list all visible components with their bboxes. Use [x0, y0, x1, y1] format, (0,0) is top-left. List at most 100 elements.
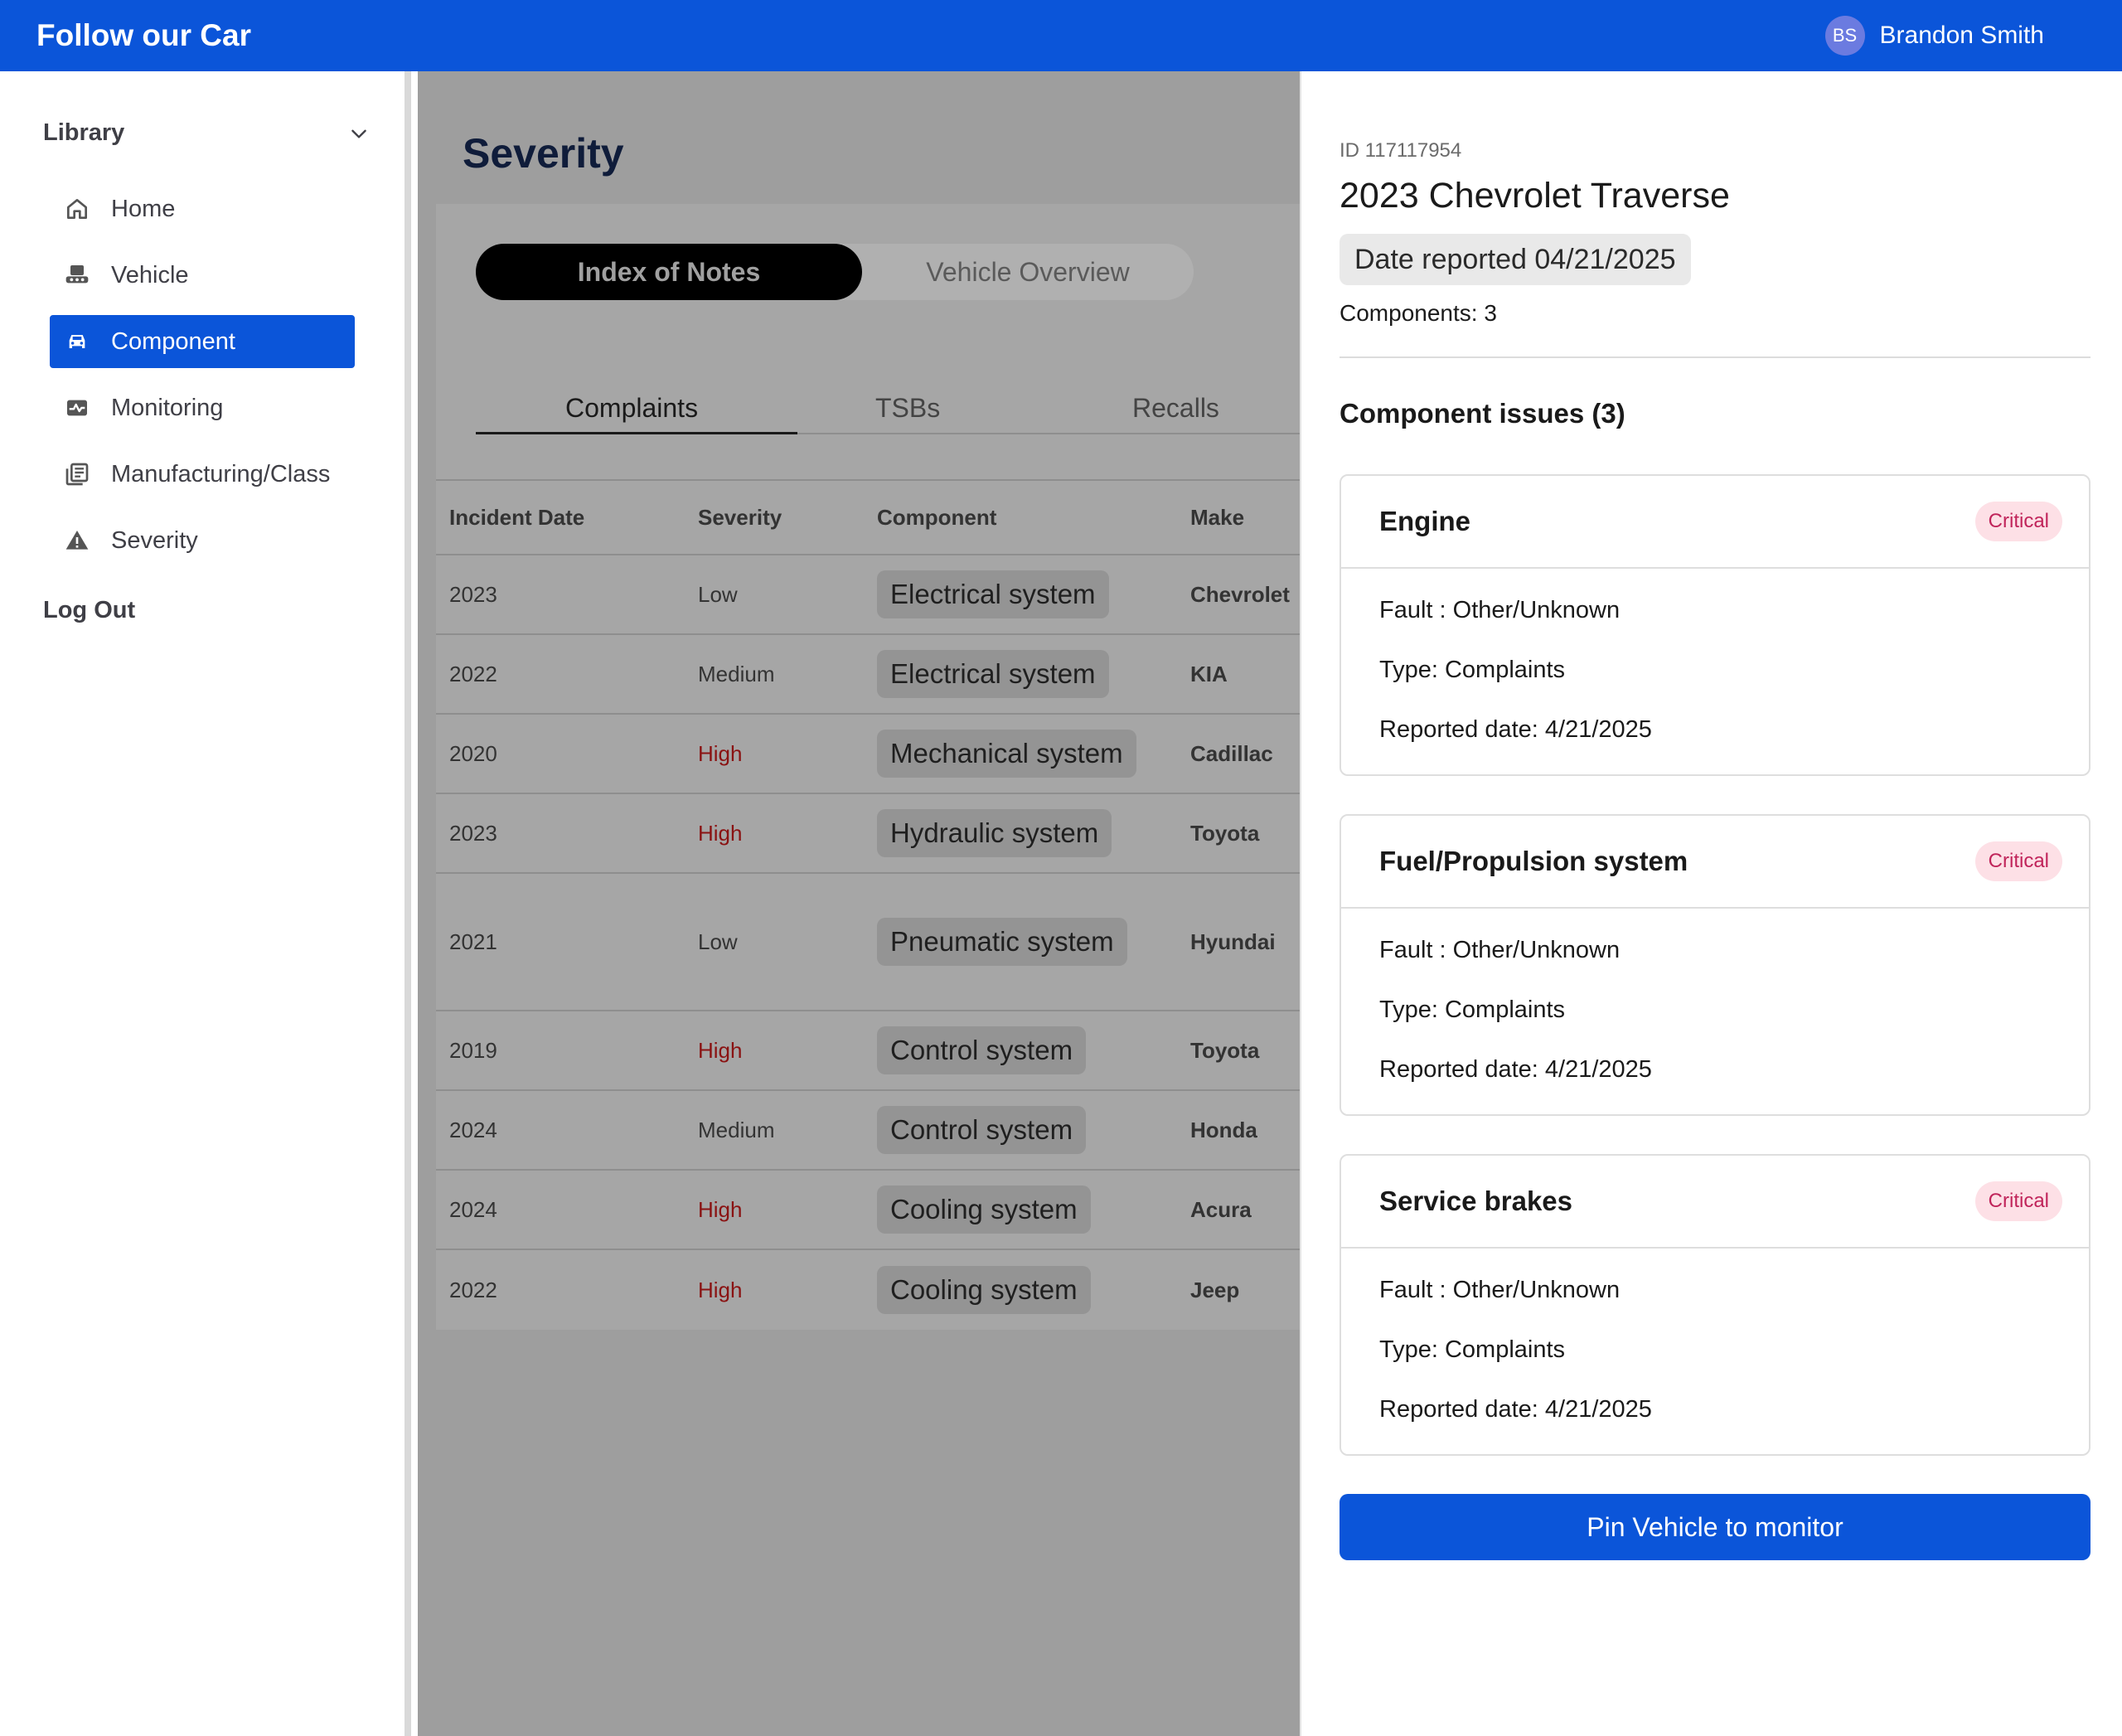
cell-date: 2023 [449, 820, 497, 846]
cell-severity: Medium [698, 1117, 775, 1142]
issue-fault: Fault : Other/Unknown [1379, 1277, 1621, 1303]
main-content-overlay[interactable]: Severity Index of Notes Vehicle Overview… [418, 71, 1300, 1736]
warning-icon [63, 526, 91, 555]
sidebar-item-label: Monitoring [111, 394, 224, 421]
content-panel: Index of Notes Vehicle Overview Complain… [436, 204, 1300, 1330]
component-tag: Electrical system [877, 650, 1109, 698]
table-row[interactable]: 2019 High Control system Toyota [436, 1011, 1300, 1091]
segment-index-of-notes[interactable]: Index of Notes [476, 244, 862, 300]
cell-make: Toyota [1190, 820, 1260, 846]
segment-vehicle-overview[interactable]: Vehicle Overview [862, 244, 1194, 300]
library-header[interactable]: Library [43, 119, 371, 147]
component-tag: Control system [877, 1026, 1087, 1074]
tab-tsbs[interactable]: TSBs [875, 393, 940, 424]
column-header-make[interactable]: Make [1190, 505, 1300, 531]
cell-severity: High [698, 1277, 743, 1302]
column-header-component[interactable]: Component [877, 505, 1190, 531]
cell-make: Chevrolet [1190, 581, 1290, 607]
page-title: Severity [463, 130, 624, 177]
components-count: Components: 3 [1340, 300, 1497, 326]
component-tag: Cooling system [877, 1186, 1091, 1234]
cell-date: 2020 [449, 740, 497, 766]
issue-type: Type: Complaints [1379, 997, 1566, 1023]
critical-badge: Critical [1974, 841, 2062, 881]
cell-date: 2024 [449, 1117, 497, 1142]
cell-severity: Medium [698, 661, 775, 686]
table-row[interactable]: 2023 High Hydraulic system Toyota [436, 794, 1300, 874]
sidebar-nav: Home Vehicle Component Monitoring Manufa… [50, 182, 355, 580]
table-row[interactable]: 2020 High Mechanical system Cadillac [436, 715, 1300, 794]
tab-complaints[interactable]: Complaints [565, 393, 698, 424]
logout-link[interactable]: Log Out [43, 597, 135, 624]
cell-severity: Low [698, 929, 738, 954]
cell-severity: High [698, 740, 743, 766]
view-toggle: Index of Notes Vehicle Overview [476, 244, 1194, 300]
vehicle-id: ID 117117954 [1340, 139, 1462, 162]
table-row[interactable]: 2021 Low Pneumatic system Hyundai [436, 874, 1300, 1011]
vehicle-detail-drawer: ID 117117954 2023 Chevrolet Traverse Dat… [1300, 71, 2122, 1736]
issue-card-body: Fault : Other/Unknown Type: Complaints R… [1341, 569, 2089, 804]
sidebar: Library Home Vehicle Component Monitorin… [0, 71, 411, 1736]
date-reported-badge: Date reported 04/21/2025 [1340, 234, 1691, 285]
table-row[interactable]: 2023 Low Electrical system Chevrolet [436, 555, 1300, 635]
chevron-down-icon[interactable] [346, 121, 371, 146]
table-row[interactable]: 2024 Medium Control system Honda [436, 1091, 1300, 1171]
vehicle-icon [63, 261, 91, 289]
issue-title: Engine [1379, 506, 1471, 536]
table-header: Incident Date Severity Component Make [436, 479, 1300, 555]
cell-date: 2021 [449, 929, 497, 954]
avatar[interactable]: BS [1824, 16, 1865, 56]
column-header-severity[interactable]: Severity [698, 505, 877, 531]
issue-card-body: Fault : Other/Unknown Type: Complaints R… [1341, 1249, 2089, 1484]
table-row[interactable]: 2024 High Cooling system Acura [436, 1171, 1300, 1250]
pin-vehicle-button[interactable]: Pin Vehicle to monitor [1340, 1494, 2091, 1560]
critical-badge: Critical [1974, 502, 2062, 541]
sidebar-item-home[interactable]: Home [50, 182, 355, 235]
issue-reported-date: Reported date: 4/21/2025 [1379, 716, 1652, 743]
issue-card-header: Engine Critical [1341, 476, 2089, 569]
top-bar: Follow our Car BS Brandon Smith [0, 0, 2122, 71]
issue-card-service-brakes: Service brakes Critical Fault : Other/Un… [1340, 1154, 2091, 1456]
issue-card-engine: Engine Critical Fault : Other/Unknown Ty… [1340, 474, 2091, 776]
active-tab-indicator [476, 432, 797, 434]
home-icon [63, 195, 91, 223]
component-issues-heading: Component issues (3) [1340, 398, 1625, 429]
table-row[interactable]: 2022 High Cooling system Jeep [436, 1250, 1300, 1330]
component-tag: Cooling system [877, 1266, 1091, 1314]
cell-make: Jeep [1190, 1277, 1240, 1302]
monitoring-icon [63, 394, 91, 422]
cell-severity: High [698, 1196, 743, 1222]
component-tag: Hydraulic system [877, 809, 1112, 857]
component-tag: Electrical system [877, 570, 1109, 618]
issue-title: Service brakes [1379, 1186, 1573, 1216]
sidebar-item-component[interactable]: Component [50, 315, 355, 368]
car-icon [63, 327, 91, 356]
sidebar-item-label: Manufacturing/Class [111, 460, 331, 487]
library-title: Library [43, 119, 125, 146]
component-tag: Mechanical system [877, 730, 1136, 778]
cell-make: Acura [1190, 1196, 1252, 1222]
column-header-incident-date[interactable]: Incident Date [436, 505, 698, 531]
table-row[interactable]: 2022 Medium Electrical system KIA [436, 635, 1300, 715]
complaints-table: Incident Date Severity Component Make 20… [436, 479, 1300, 1330]
sidebar-item-label: Home [111, 195, 176, 222]
sidebar-item-monitoring[interactable]: Monitoring [50, 381, 355, 434]
tab-recalls[interactable]: Recalls [1132, 393, 1219, 424]
cell-severity: High [698, 1037, 743, 1063]
sidebar-item-severity[interactable]: Severity [50, 514, 355, 567]
sidebar-item-label: Component [111, 327, 235, 355]
issue-fault: Fault : Other/Unknown [1379, 597, 1621, 623]
vehicle-title: 2023 Chevrolet Traverse [1340, 176, 1730, 216]
user-name[interactable]: Brandon Smith [1880, 22, 2044, 50]
cell-date: 2023 [449, 581, 497, 607]
sidebar-item-vehicle[interactable]: Vehicle [50, 249, 355, 302]
user-menu[interactable]: BS Brandon Smith [1824, 16, 2044, 56]
app-title[interactable]: Follow our Car [36, 18, 251, 53]
cell-date: 2019 [449, 1037, 497, 1063]
issue-card-header: Fuel/Propulsion system Critical [1341, 816, 2089, 909]
sidebar-item-manufacturing[interactable]: Manufacturing/Class [50, 448, 355, 501]
divider [1340, 356, 2091, 358]
cell-date: 2024 [449, 1196, 497, 1222]
issue-card-fuel-propulsion: Fuel/Propulsion system Critical Fault : … [1340, 814, 2091, 1116]
cell-severity: Low [698, 581, 738, 607]
